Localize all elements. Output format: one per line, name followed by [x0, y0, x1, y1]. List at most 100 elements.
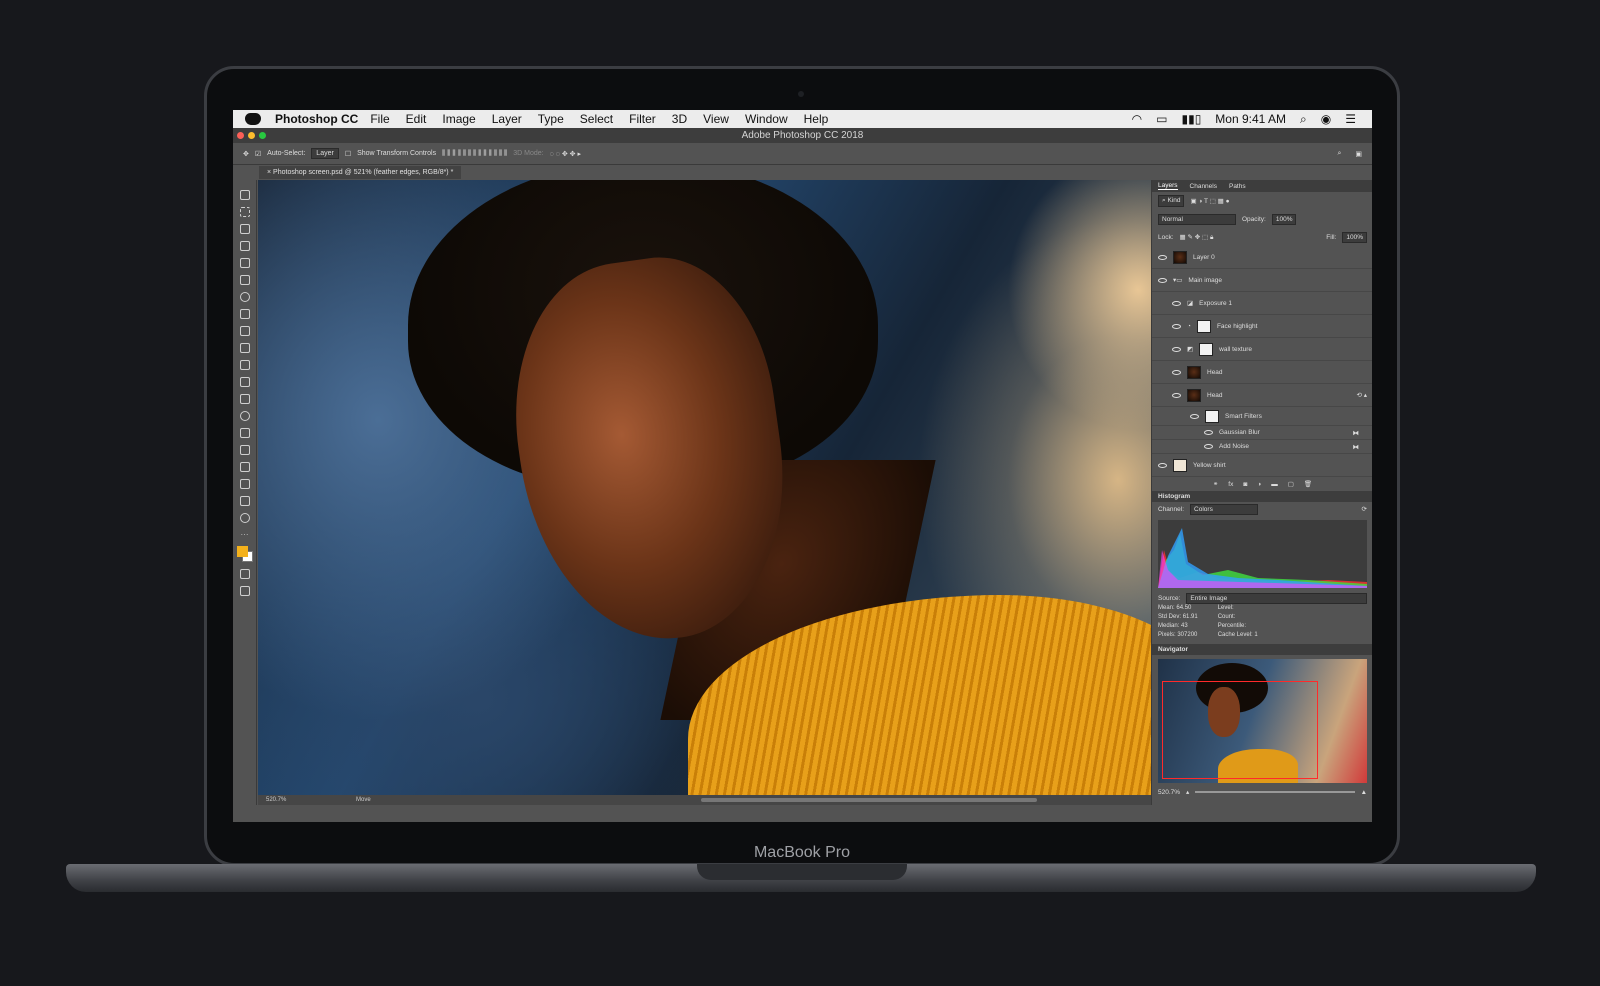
transform-controls-checkbox[interactable]: ☐ — [345, 150, 351, 158]
layer-row[interactable]: ◪ Exposure 1 — [1152, 292, 1372, 315]
document-tab[interactable]: × Photoshop screen.psd @ 521% (feather e… — [259, 166, 462, 179]
document-canvas[interactable] — [258, 180, 1151, 795]
quick-mask-icon[interactable] — [239, 569, 250, 579]
blur-tool-icon[interactable] — [239, 394, 250, 404]
layer-row[interactable]: Yellow shirt — [1152, 454, 1372, 477]
menu-layer[interactable]: Layer — [492, 112, 522, 126]
layer-row[interactable]: Add Noise ⧓ — [1152, 440, 1372, 454]
tab-paths[interactable]: Paths — [1229, 183, 1246, 190]
apple-icon[interactable] — [245, 113, 261, 125]
clock[interactable]: Mon 9:41 AM — [1215, 112, 1286, 126]
eye-icon[interactable] — [1158, 277, 1167, 283]
fx-icon[interactable]: fx — [1228, 481, 1233, 488]
zoom-out-icon[interactable]: ▴ — [1186, 788, 1189, 796]
blend-mode-dropdown[interactable]: Normal — [1158, 213, 1236, 225]
trash-icon[interactable]: 🗑︎ — [1304, 480, 1312, 488]
eye-icon[interactable] — [1204, 444, 1213, 449]
eye-icon[interactable] — [1172, 392, 1181, 398]
source-dropdown[interactable]: Entire Image — [1186, 592, 1367, 604]
battery-icon[interactable]: ▮▮▯ — [1181, 112, 1201, 126]
menu-select[interactable]: Select — [580, 112, 613, 126]
auto-select-dropdown[interactable]: Layer — [311, 148, 339, 159]
channel-dropdown[interactable]: Colors — [1190, 503, 1259, 515]
healing-brush-tool-icon[interactable] — [239, 292, 250, 302]
tab-channels[interactable]: Channels — [1190, 183, 1217, 190]
filter-options-icon[interactable]: ⧓ — [1353, 443, 1360, 451]
new-group-icon[interactable]: ▬ — [1271, 481, 1278, 488]
more-tools-icon[interactable]: ··· — [241, 530, 249, 539]
eye-icon[interactable] — [1172, 346, 1181, 352]
navigator-preview[interactable] — [1158, 659, 1367, 783]
move-tool-icon[interactable] — [239, 190, 250, 200]
zoom-level[interactable]: 520.7% — [266, 797, 286, 803]
eraser-tool-icon[interactable] — [239, 360, 250, 370]
dodge-tool-icon[interactable] — [239, 411, 250, 421]
menu-image[interactable]: Image — [442, 112, 475, 126]
history-brush-tool-icon[interactable] — [239, 343, 250, 353]
filter-icons[interactable]: ▣ ◑ T ⬚ ▦ ● — [1190, 197, 1229, 205]
navigator-view-box[interactable] — [1162, 681, 1318, 779]
gradient-tool-icon[interactable] — [239, 377, 250, 387]
layer-row[interactable]: Head — [1152, 361, 1372, 384]
layer-row[interactable]: Layer 0 — [1152, 246, 1372, 269]
minimize-icon[interactable] — [248, 132, 255, 139]
lock-icons[interactable]: ▦ ✎ ✥ ⬚ 🔒︎ — [1180, 233, 1214, 242]
spotlight-icon[interactable]: ⌕ — [1300, 112, 1307, 127]
layer-row[interactable]: ▾▭ Main image — [1152, 269, 1372, 292]
type-tool-icon[interactable] — [239, 445, 250, 455]
menu-view[interactable]: View — [703, 112, 729, 126]
eye-icon[interactable] — [1158, 462, 1167, 468]
filter-options-icon[interactable]: ⧓ — [1353, 429, 1360, 437]
refresh-icon[interactable]: ⟳ — [1362, 505, 1367, 513]
eye-icon[interactable] — [1158, 254, 1167, 260]
kind-filter-dropdown[interactable]: ⌕ Kind — [1158, 195, 1185, 207]
rectangle-tool-icon[interactable] — [239, 479, 250, 489]
mask-icon[interactable]: ◙ — [1243, 481, 1247, 488]
airplay-icon[interactable]: ▭ — [1156, 112, 1167, 126]
wifi-icon[interactable]: ◠ — [1132, 112, 1142, 126]
zoom-tool-icon[interactable] — [239, 513, 250, 523]
zoom-slider[interactable] — [1195, 791, 1355, 793]
eye-icon[interactable] — [1172, 369, 1181, 375]
siri-icon[interactable]: ◉ — [1321, 112, 1331, 126]
hand-tool-icon[interactable] — [239, 496, 250, 506]
quick-select-tool-icon[interactable] — [239, 241, 250, 251]
link-icon[interactable]: ⚭ — [1213, 480, 1218, 488]
color-swatches[interactable] — [236, 546, 253, 562]
adjustment-layer-icon[interactable]: ◑ — [1257, 481, 1261, 488]
opacity-field[interactable]: 100% — [1271, 213, 1297, 225]
brush-tool-icon[interactable] — [239, 309, 250, 319]
foreground-color-swatch[interactable] — [236, 546, 248, 557]
marquee-tool-icon[interactable] — [239, 207, 250, 217]
eye-icon[interactable] — [1172, 323, 1181, 329]
workspace-icon[interactable]: ▣ — [1355, 150, 1362, 158]
layer-row[interactable]: Smart Filters — [1152, 407, 1372, 426]
auto-select-checkbox[interactable]: ☑ — [255, 150, 261, 158]
menu-type[interactable]: Type — [538, 112, 564, 126]
eye-icon[interactable] — [1204, 430, 1213, 435]
3d-mode-icons[interactable]: ◌ ◌ ✥ ✥ ▸ — [550, 150, 581, 158]
fill-field[interactable]: 100% — [1342, 231, 1367, 243]
menu-file[interactable]: File — [370, 112, 389, 126]
horizontal-scrollbar[interactable] — [701, 798, 1037, 802]
eyedropper-tool-icon[interactable] — [239, 275, 250, 285]
eye-icon[interactable] — [1190, 413, 1199, 419]
eye-icon[interactable] — [1172, 300, 1181, 306]
navigator-zoom[interactable]: 520.7% — [1158, 789, 1180, 796]
tab-layers[interactable]: Layers — [1158, 182, 1178, 190]
pen-tool-icon[interactable] — [239, 428, 250, 438]
menu-filter[interactable]: Filter — [629, 112, 656, 126]
crop-tool-icon[interactable] — [239, 258, 250, 268]
close-icon[interactable] — [237, 132, 244, 139]
app-menu[interactable]: Photoshop CC — [275, 112, 358, 126]
menu-help[interactable]: Help — [804, 112, 829, 126]
layer-row[interactable]: Head ⟲ ▴ — [1152, 384, 1372, 407]
layer-row[interactable]: ◔ Face highlight — [1152, 315, 1372, 338]
lasso-tool-icon[interactable] — [239, 224, 250, 234]
menu-window[interactable]: Window — [745, 112, 788, 126]
zoom-in-icon[interactable]: ▲ — [1361, 789, 1367, 796]
clone-stamp-tool-icon[interactable] — [239, 326, 250, 336]
layer-row[interactable]: ◩ wall texture — [1152, 338, 1372, 361]
new-layer-icon[interactable]: ▢ — [1288, 480, 1294, 488]
zoom-icon[interactable] — [259, 132, 266, 139]
